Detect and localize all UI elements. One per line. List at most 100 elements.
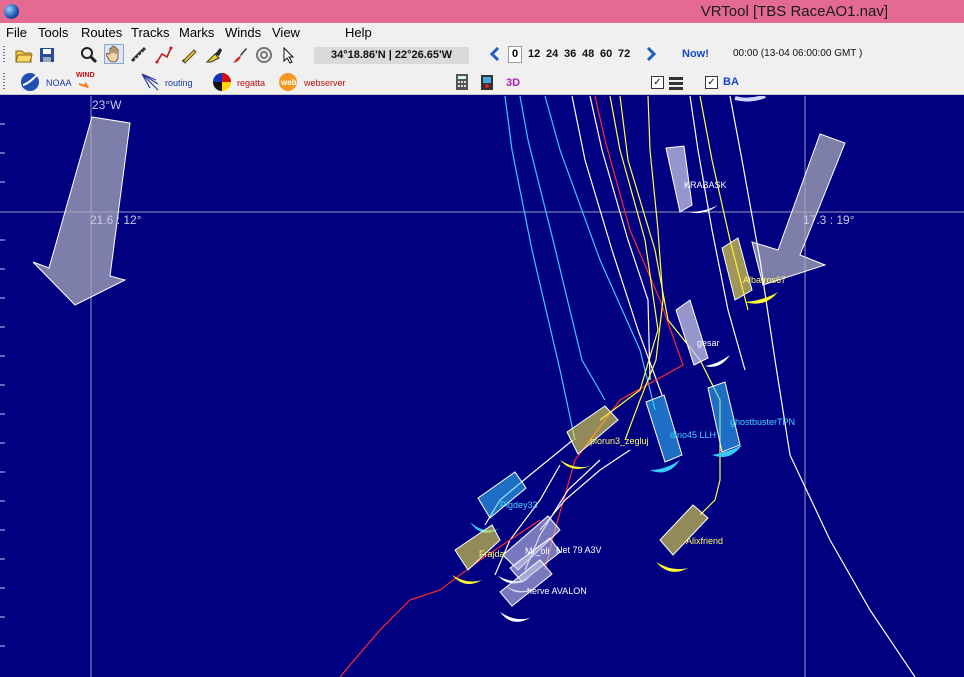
pencil-icon bbox=[182, 49, 197, 64]
track-pigdey33 bbox=[504, 96, 576, 441]
title-bar: VRTool [TBS RaceAO1.nav] bbox=[0, 0, 964, 23]
wind-readout-left: 21.6 : 12° bbox=[90, 213, 142, 227]
svg-text:web: web bbox=[280, 78, 297, 87]
boat-label-krabask: KRABASK bbox=[684, 180, 727, 190]
boat-gesar[interactable] bbox=[675, 299, 730, 367]
chevron-right-icon bbox=[646, 46, 657, 62]
menu-routes[interactable]: Routes bbox=[81, 25, 122, 40]
latitude-ruler bbox=[0, 123, 5, 647]
window-title: VRTool [TBS RaceAO1.nav] bbox=[700, 3, 888, 20]
open-folder-button[interactable] bbox=[14, 45, 34, 65]
menu-view[interactable]: View bbox=[272, 25, 300, 40]
routing-label[interactable]: routing bbox=[165, 78, 193, 88]
chevron-left-icon bbox=[489, 46, 500, 62]
forecast-hour-24[interactable]: 24 bbox=[546, 48, 558, 60]
forecast-hour-72[interactable]: 72 bbox=[618, 48, 630, 60]
regatta-button[interactable] bbox=[212, 72, 232, 92]
layers-button[interactable] bbox=[666, 73, 686, 93]
app-logo-icon[interactable] bbox=[4, 4, 19, 19]
track-yellow-3 bbox=[624, 96, 664, 441]
boat-label-ghostbustertpn: ghostbusterTPN bbox=[730, 417, 796, 427]
webserver-label[interactable]: webserver bbox=[304, 78, 346, 88]
previous-time-button[interactable] bbox=[489, 46, 501, 64]
boat-partial-top[interactable] bbox=[734, 96, 766, 102]
regatta-wheel-icon bbox=[213, 73, 231, 91]
layers-list-icon bbox=[669, 77, 683, 90]
ruler-icon bbox=[130, 46, 147, 63]
boat-label-herve-avalon: herve AVALON bbox=[527, 586, 587, 596]
forecast-hour-0[interactable]: 0 bbox=[508, 46, 523, 63]
route-tool-button[interactable] bbox=[154, 45, 174, 65]
boat-label-gesar: gesar bbox=[697, 338, 720, 348]
track-white-4 bbox=[539, 449, 631, 531]
forecast-hour-48[interactable]: 48 bbox=[582, 48, 594, 60]
menu-help[interactable]: Help bbox=[345, 25, 372, 40]
pointer-button[interactable] bbox=[279, 45, 299, 65]
magnifier-icon bbox=[81, 47, 98, 64]
boat-label-frajda: Frajda bbox=[479, 549, 505, 559]
wind-label: WIND bbox=[76, 72, 95, 79]
hand-icon bbox=[106, 45, 119, 63]
pan-hand-button[interactable] bbox=[104, 44, 124, 64]
wind-arrow-left bbox=[32, 116, 131, 306]
boat-label-alixfriend: Alixfriend bbox=[686, 536, 724, 546]
boat-label-albatros67: Albatros67 bbox=[743, 275, 787, 285]
three-d-button[interactable]: 3D bbox=[506, 77, 520, 89]
save-button[interactable] bbox=[37, 45, 57, 65]
web-globe-icon: web bbox=[279, 73, 297, 91]
measure-button[interactable] bbox=[129, 45, 149, 65]
floppy-disk-icon bbox=[40, 48, 54, 62]
boat-label-net-79-a3v: Net 79 A3V bbox=[556, 545, 602, 555]
menu-winds[interactable]: Winds bbox=[225, 25, 261, 40]
map-canvas[interactable] bbox=[0, 96, 964, 677]
regatta-label[interactable]: regatta bbox=[237, 78, 265, 88]
route-icon bbox=[155, 46, 173, 64]
webserver-button[interactable]: web bbox=[278, 72, 298, 92]
erase-button[interactable] bbox=[229, 45, 249, 65]
toolbar-grip-2[interactable] bbox=[3, 73, 5, 91]
forecast-time-readout: 00:00 (13-04 06:00:00 GMT ) bbox=[733, 48, 863, 59]
menu-marks[interactable]: Marks bbox=[179, 25, 214, 40]
cursor-arrow-icon bbox=[283, 46, 295, 64]
menu-file[interactable]: File bbox=[6, 25, 27, 40]
noaa-globe-icon bbox=[21, 73, 39, 91]
marker-icon bbox=[205, 48, 222, 63]
wind-readout-right: 17.3 : 19° bbox=[803, 213, 855, 227]
menu-bar: File Tools Routes Tracks Marks Winds Vie… bbox=[0, 23, 964, 42]
forecast-hour-12[interactable]: 12 bbox=[528, 48, 540, 60]
forecast-hour-36[interactable]: 36 bbox=[564, 48, 576, 60]
now-button[interactable]: Now! bbox=[682, 48, 709, 60]
track-tool-button[interactable] bbox=[179, 45, 199, 65]
cursor-coordinates: 34°18.86'N | 22°26.65'W bbox=[314, 47, 469, 64]
target-icon bbox=[256, 47, 272, 63]
boat-label-mr-oli: Mr_oli bbox=[525, 546, 550, 556]
ba-checkbox[interactable]: ✓ bbox=[705, 76, 718, 89]
forecast-hour-60[interactable]: 60 bbox=[600, 48, 612, 60]
track-cyan-2 bbox=[519, 96, 606, 401]
folder-icon bbox=[15, 50, 33, 63]
meridian-label: 23°W bbox=[92, 98, 122, 112]
toolbar-grip[interactable] bbox=[3, 46, 5, 64]
center-boat-button[interactable] bbox=[254, 45, 274, 65]
chart-map[interactable]: 23°W 21.6 : 12° 17.3 : 19° KRABASK Albat… bbox=[0, 96, 964, 677]
menu-tracks[interactable]: Tracks bbox=[131, 25, 170, 40]
boat-label-piorun3-zegluj: piorun3_zegluj bbox=[590, 436, 649, 446]
ba-label: BA bbox=[723, 76, 739, 88]
brush-icon bbox=[232, 48, 247, 63]
calculator-button[interactable] bbox=[452, 72, 472, 92]
boat-label-dino45-llh: dino45 LLH bbox=[670, 430, 717, 440]
gps-button[interactable] bbox=[477, 72, 497, 92]
mark-tool-button[interactable] bbox=[204, 45, 224, 65]
zoom-button[interactable] bbox=[79, 45, 99, 65]
next-time-button[interactable] bbox=[645, 46, 657, 64]
layers-checkbox[interactable]: ✓ bbox=[651, 76, 664, 89]
noaa-label[interactable]: NOAA bbox=[46, 78, 72, 88]
calculator-icon bbox=[456, 74, 468, 90]
menu-tools[interactable]: Tools bbox=[38, 25, 68, 40]
gps-device-icon bbox=[481, 75, 493, 90]
track-white-1 bbox=[571, 96, 663, 396]
noaa-button[interactable] bbox=[20, 72, 40, 92]
routing-fan-icon bbox=[141, 73, 159, 91]
boat-label-pigdey33: Pigdey33 bbox=[500, 500, 538, 510]
routing-button[interactable] bbox=[140, 72, 160, 92]
